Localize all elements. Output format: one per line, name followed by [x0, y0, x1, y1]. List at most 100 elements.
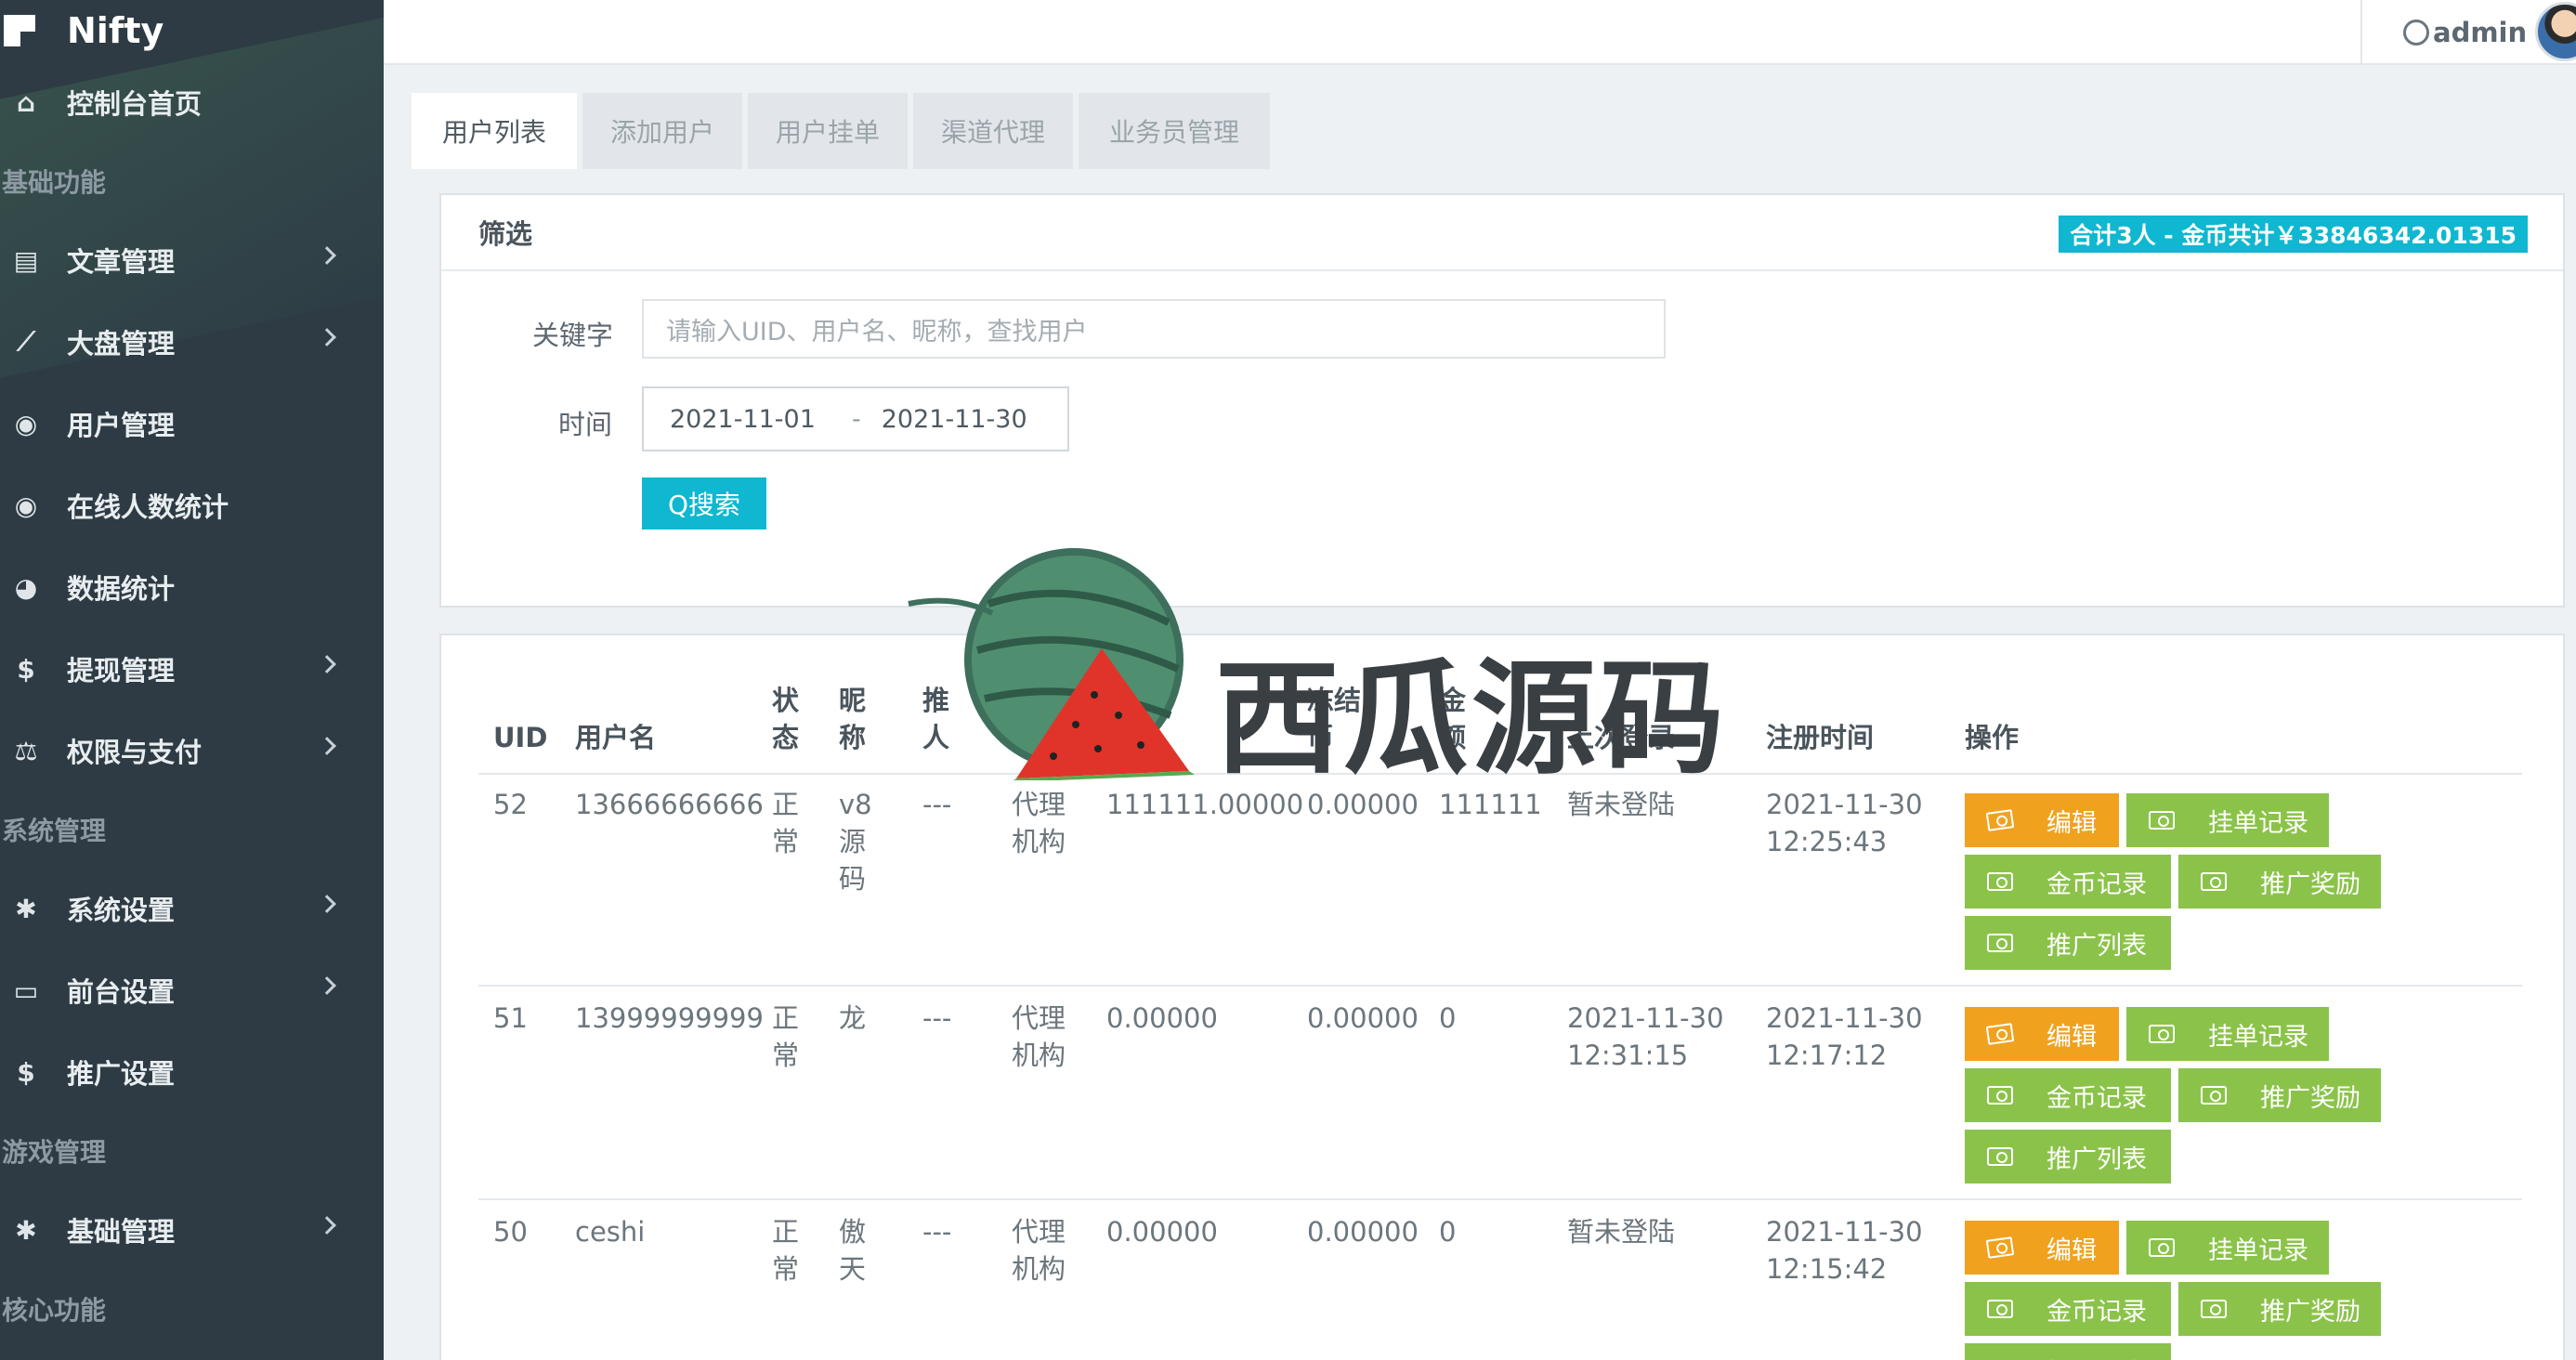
date-end-input[interactable]: 2021-11-30 [871, 399, 1067, 439]
chevron-right-icon [318, 655, 336, 673]
order-records-button[interactable]: 挂单记录 [2126, 1221, 2329, 1275]
sidebar: Nifty ⌂ 控制台首页基础功能 ▤ 文章管理 ⟋ 大盘管理 ◉ 用户管理 ◉ 在线人数统计 ◕ 数… [0, 0, 384, 1360]
sidebar-item[interactable]: ✱ 系统设置 [0, 868, 384, 949]
tab-4[interactable]: 渠道代理 [913, 93, 1073, 169]
cell-inviter: --- [922, 789, 952, 820]
money-icon [2201, 872, 2227, 891]
cell-nickname: 龙 [839, 1002, 867, 1034]
brand-logo [4, 15, 35, 46]
cell-frozen: 0.00000 [1307, 1216, 1419, 1248]
button-label: 推广奖励 [2260, 1297, 2360, 1327]
keyword-input[interactable]: 请输入UID、用户名、昵称，查找用户 [642, 299, 1666, 359]
sidebar-item[interactable]: ⚖ 权限与支付 [0, 710, 384, 791]
dollar-icon: $ [17, 653, 35, 685]
edit-button[interactable]: 编辑 [1965, 1221, 2119, 1275]
tab-bar: 用户列表 添加用户 用户挂单 渠道代理 业务员管理 [412, 93, 1275, 169]
user-icon [2403, 20, 2429, 46]
coin-records-button[interactable]: 金币记录 [1965, 1068, 2171, 1122]
promo-reward-button[interactable]: 推广奖励 [2178, 1068, 2381, 1122]
money-icon [2201, 1086, 2227, 1105]
cell-uid: 50 [493, 1216, 528, 1248]
cell-nickname: v8 源 码 [839, 789, 872, 895]
watermark-text: 西瓜源码 [1215, 647, 1729, 791]
button-label: 编辑 [2046, 808, 2097, 838]
sidebar-item[interactable]: ◕ 数据统计 [0, 546, 384, 628]
chevron-right-icon [318, 1216, 336, 1235]
top-header: admin [384, 0, 2576, 65]
sidebar-item[interactable]: ▭ 前台设置 [0, 949, 384, 1031]
button-label: 推广列表 [2046, 1353, 2147, 1360]
date-start-input[interactable]: 2021-11-01 [644, 399, 844, 439]
summary-badge: 合计3人 - 金币共计￥33846342.01315 [2059, 216, 2528, 253]
column-header-username[interactable]: 用户名 [575, 719, 656, 756]
sidebar-item[interactable]: ◉ 用户管理 [0, 383, 384, 464]
tab-1[interactable]: 用户列表 [412, 93, 577, 169]
sidebar-item[interactable]: ✱ 基础管理 [0, 1189, 384, 1271]
cell-username: 13666666666 [575, 789, 764, 820]
sidebar-item-label: 系统设置 [67, 895, 176, 926]
tab-5[interactable]: 业务员管理 [1079, 93, 1270, 169]
sidebar-menu: ⌂ 控制台首页基础功能 ▤ 文章管理 ⟋ 大盘管理 ◉ 用户管理 ◉ 在线人数统计 ◕ 数据统计 $ 提现… [0, 61, 384, 1347]
sidebar-item-label: 数据统计 [67, 573, 176, 605]
sidebar-item-label: 大盘管理 [67, 328, 176, 360]
money-icon [1987, 1086, 2013, 1105]
time-label: 时间 [558, 409, 613, 440]
promo-list-button[interactable]: 推广列表 [1965, 1343, 2171, 1360]
gear-icon: ✱ [15, 1214, 37, 1246]
sidebar-item[interactable]: ▤ 文章管理 [0, 219, 384, 301]
row-divider [478, 985, 2522, 987]
order-records-button[interactable]: 挂单记录 [2126, 793, 2329, 847]
edit-button[interactable]: 编辑 [1965, 1007, 2119, 1061]
promo-reward-button[interactable]: 推广奖励 [2178, 1282, 2381, 1336]
button-label: 推广列表 [2046, 931, 2147, 961]
filter-title: 筛选 [478, 218, 533, 250]
cell-uid: 51 [493, 1002, 528, 1034]
chevron-right-icon [318, 737, 336, 755]
promo-reward-button[interactable]: 推广奖励 [2178, 855, 2381, 909]
cell-type: 代理 机构 [1012, 789, 1066, 857]
tab-2[interactable]: 添加用户 [582, 93, 742, 169]
column-header-status[interactable]: 状 态 [772, 682, 799, 756]
edit-icon [1985, 1236, 2015, 1259]
search-button[interactable]: Q搜索 [642, 477, 766, 530]
brand[interactable]: Nifty [0, 0, 384, 61]
money-icon [1987, 1147, 2013, 1166]
user-circle-icon: ◉ [14, 408, 38, 439]
money-icon [2201, 1300, 2227, 1318]
button-label: 金币记录 [2046, 1083, 2147, 1113]
coin-records-button[interactable]: 金币记录 [1965, 1282, 2171, 1336]
button-label: 金币记录 [2046, 1297, 2147, 1327]
cell-type: 代理 机构 [1012, 1002, 1066, 1071]
promo-list-button[interactable]: 推广列表 [1965, 916, 2171, 970]
sidebar-item[interactable]: $ 提现管理 [0, 628, 384, 710]
sidebar-item[interactable]: ◉ 在线人数统计 [0, 464, 384, 546]
cell-balance: 0.00000 [1106, 1216, 1218, 1248]
menu-section-label: 系统管理 [2, 816, 107, 846]
avatar[interactable] [2535, 2, 2576, 61]
username: admin [2433, 17, 2528, 48]
coin-records-button[interactable]: 金币记录 [1965, 855, 2171, 909]
cell-status: 正 常 [772, 789, 800, 857]
filter-header: 筛选 合计3人 - 金币共计￥33846342.01315 [441, 195, 2563, 271]
menu-section-label: 基础功能 [2, 167, 107, 198]
column-header-actions: 操作 [1965, 722, 2020, 753]
balance-scale-icon: ⚖ [14, 735, 38, 766]
order-records-button[interactable]: 挂单记录 [2126, 1007, 2329, 1061]
file-icon: ▤ [13, 244, 39, 276]
sidebar-item[interactable]: $ 推广设置 [0, 1031, 384, 1113]
edit-icon [1985, 1023, 2015, 1045]
user-menu[interactable]: admin [2360, 0, 2576, 65]
button-label: 挂单记录 [2208, 1236, 2308, 1265]
edit-button[interactable]: 编辑 [1965, 793, 2119, 847]
edit-icon [1985, 809, 2015, 831]
line-chart-icon: ⟋ [17, 326, 35, 357]
tab-3[interactable]: 用户挂单 [748, 93, 908, 169]
sidebar-item[interactable]: ⟋ 大盘管理 [0, 301, 384, 383]
column-header-uid[interactable]: UID [493, 719, 547, 756]
promo-list-button[interactable]: 推广列表 [1965, 1130, 2171, 1183]
column-header-reg_time[interactable]: 注册时间 [1766, 719, 1874, 756]
column-header-nickname[interactable]: 昵 称 [839, 682, 866, 756]
button-label: 推广奖励 [2260, 1083, 2360, 1113]
sidebar-item[interactable]: ⌂ 控制台首页 [0, 61, 384, 143]
date-separator: - [852, 404, 861, 434]
